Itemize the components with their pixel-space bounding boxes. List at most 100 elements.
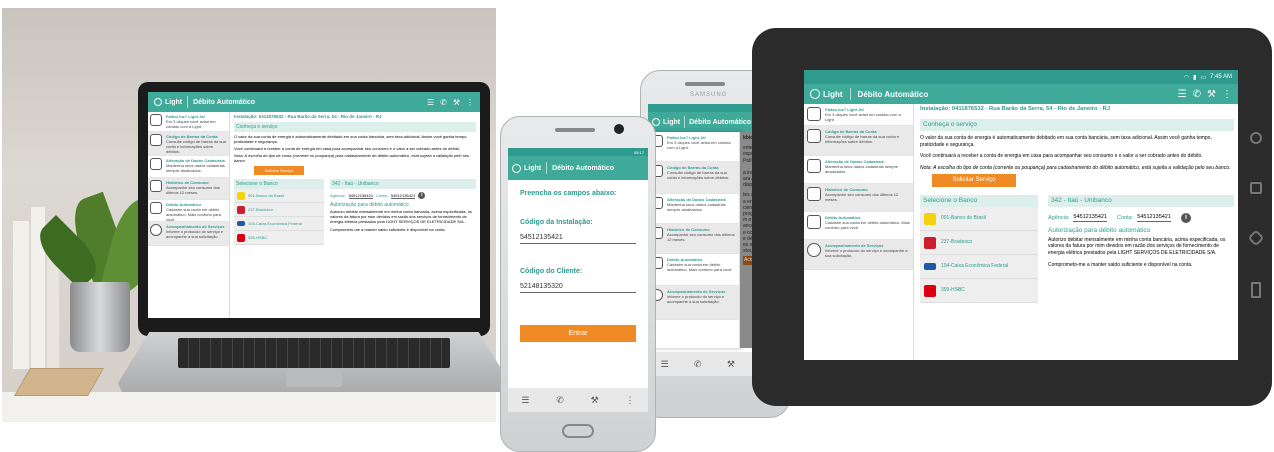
drawer-item[interactable]: Código de Barras da Conta Consulte código… [148,132,229,156]
more-icon[interactable]: ⋮ [1222,89,1232,100]
bank-option[interactable]: 237-Bradesco [920,231,1038,255]
book [12,220,30,370]
bank-option[interactable]: 104-Caixa Econômica Federal [234,217,324,231]
bank-option[interactable]: 399-HSBC [920,279,1038,303]
account-field[interactable]: 54512135421 [390,193,416,199]
drawer-item[interactable]: Faltou luz? Light Já! Em 3 cliques você a… [148,112,229,132]
commit-text: Comprometo-me a manter saldo suficiente … [1048,262,1193,268]
phone-front-speaker [555,128,595,132]
light-logo: Light [512,163,542,173]
drawer-item[interactable]: Acompanhamento de Serviços Informe o prot… [648,286,739,320]
drawer-item-active[interactable]: Débito Automático Cadastre sua conta em d… [804,212,913,240]
auth-text: Autorizo debitar mensalmente em minha co… [1048,236,1226,256]
account-label: Conta: [376,193,388,198]
auth-title: Autorização para débito automático [330,202,409,208]
return-icon[interactable] [1250,182,1262,194]
drawer-item-desc: Mantenha seus dados cadastrais sempre at… [825,164,899,174]
home-button[interactable] [562,424,594,438]
intro-paragraph: O valor da sua conta de energia é automa… [234,134,468,144]
drawer-item[interactable]: Código de Barras da Conta Consulte código… [648,162,739,194]
bank-option[interactable]: 399-HSBC [234,231,324,245]
bulb-icon [512,163,521,173]
installation-input[interactable]: 54512135421 [520,234,636,244]
note-paragraph: Nota: A escolha do tipo de conta (corren… [920,164,1231,171]
drawer-item[interactable]: Alteração de Dados Cadastrais Mantenha se… [804,156,913,184]
checklist-icon [807,159,821,173]
phone-back-speaker [685,82,725,86]
bradesco-icon [924,236,936,249]
intro-paragraph: O valor da sua conta de energia é automa… [920,135,1212,148]
phone-icon[interactable]: ✆ [694,359,702,370]
bottom-nav: ☰ ✆ ⚒ ⋮ [508,388,648,412]
bank-option[interactable]: 237-Bradesco [234,203,324,217]
logo-text: Light [663,118,681,126]
tablet-screen: ◠ ▮ ▭ 7:45 AM Light Débito Automático ☰ ✆ ⚒ ⋮ … [804,70,1238,360]
drawer-item[interactable]: Faltou luz? Light Já! Em 3 cliques você a… [804,104,913,126]
light-logo: Light [652,118,680,126]
drawer-item[interactable]: Histórico de Consumo Acompanhe seu consum… [648,224,739,254]
recent-apps-icon[interactable] [1251,282,1261,298]
account-field[interactable]: 54512135421 [1137,214,1171,222]
bulb-icon [807,107,821,121]
tools-icon[interactable]: ⚒ [727,359,735,370]
status-time: 08:17 [633,149,644,155]
drawer-item[interactable]: Histórico de Consumo Acompanhe seu consum… [804,184,913,212]
phone-back-brand: SAMSUNG [690,92,728,98]
drawer-item[interactable]: Código de Barras da Conta Consulte código… [804,126,913,156]
bank-detail: 342 - Itaú - Unibanco Agência: 545121354… [1048,194,1234,304]
phone-icon[interactable]: ✆ [556,395,564,406]
tools-icon[interactable]: ⚒ [453,98,460,107]
bank-option[interactable]: 104-Caixa Econômica Federal [920,255,1038,279]
bank-option[interactable]: 001-Banco do Brasil [920,207,1038,231]
bank-name: 237-Bradesco [941,239,973,246]
selected-bank: 342 - Itaú - Unibanco [330,179,476,189]
pin-icon [150,224,162,236]
signal-icon: ▮ [1193,74,1197,81]
app-bar: Light Débito Automático [508,156,648,180]
request-service-button[interactable]: Solicitar Serviço [254,166,304,175]
agency-field[interactable]: 54512135421 [348,193,374,199]
drawer-item-active[interactable]: Débito Automático Cadastre sua conta em d… [148,200,229,222]
info-icon[interactable]: i [1180,213,1191,223]
agency-field[interactable]: 54512135421 [1073,214,1108,222]
drawer-item[interactable]: Alteração de Dados Cadastrais Mantenha se… [148,156,229,178]
main-content: Instalação: 0411876532 - Rua Barão da Se… [234,114,476,245]
logo-text: Light [524,164,542,172]
drawer-item-desc: Consulte código de barras da sua conta e… [825,134,900,144]
bank-option[interactable]: 001-Banco do Brasil [234,189,324,203]
request-service-button[interactable]: Solicitar Serviço [932,174,1016,187]
account-label: Conta: [1117,214,1134,221]
card-icon [807,215,821,229]
tools-icon[interactable]: ⚒ [591,395,599,406]
menu-icon[interactable]: ☰ [427,98,434,107]
info-icon[interactable]: i [418,192,426,199]
drawer-item-desc: Consulte código de barras da sua conta e… [166,139,226,154]
menu-icon[interactable]: ☰ [661,359,669,370]
section-title: Conheça o serviço [920,118,1234,131]
tools-icon[interactable]: ⚒ [1207,89,1216,100]
drawer-item[interactable]: Alteração de Dados Cadastrais Mantenha se… [648,194,739,224]
drawer-item-desc: Acompanhe seu consumo dos últimos 12 mes… [166,185,220,195]
enter-button[interactable]: Entrar [520,325,636,342]
menu-icon[interactable]: ☰ [521,395,529,406]
menu-icon[interactable]: ☰ [1178,89,1187,100]
more-icon[interactable]: ⋮ [626,395,635,406]
keyboard [178,338,450,368]
more-icon[interactable]: ⋮ [466,98,474,107]
bank-list: Selecione o Banco 001-Banco do Brasil 23… [920,194,1038,303]
phone-icon[interactable]: ✆ [440,98,447,107]
side-drawer: Faltou luz? Light Já! Em 3 cliques você a… [804,104,914,360]
client-input[interactable]: 52148135320 [520,283,636,293]
drawer-item-desc: Em 3 cliques você avisa em contato com a… [166,119,216,129]
drawer-item-active[interactable]: Débito Automático Cadastre sua conta em d… [648,254,739,286]
drawer-item[interactable]: Acompanhamento de Serviços Informe o prot… [804,240,913,270]
form-heading: Preencha os campos abaixo: [520,190,617,197]
installation-label: Código da Instalação: [520,219,593,226]
drawer-item[interactable]: Acompanhamento de Serviços Informe o prot… [148,222,229,246]
bank-name: 104-Caixa Econômica Federal [248,221,302,226]
drawer-item[interactable]: Histórico de Consumo Acompanhe seu consum… [148,178,229,200]
chart-icon [150,180,162,192]
back-icon[interactable] [1250,132,1262,144]
phone-icon[interactable]: ✆ [1193,89,1201,100]
drawer-item[interactable]: Faltou luz? Light Já! Em 3 cliques você a… [648,132,739,162]
